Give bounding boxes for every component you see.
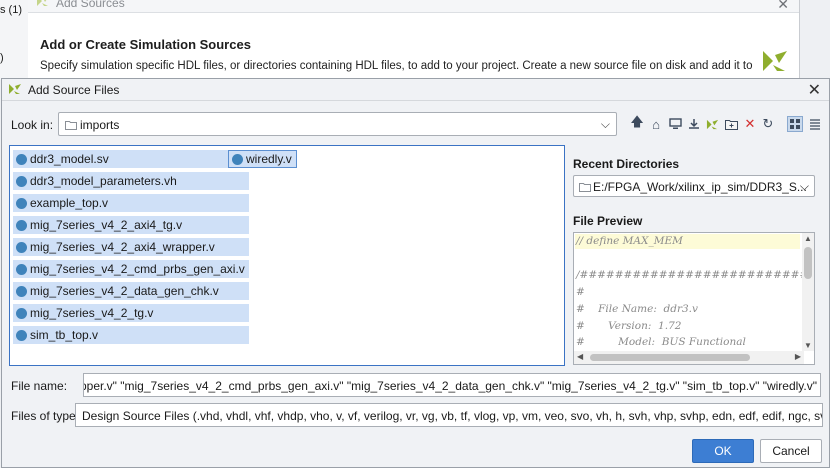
add-sources-heading: Add or Create Simulation Sources	[40, 37, 251, 52]
file-item[interactable]: ddr3_model.sv	[13, 150, 249, 168]
download-icon[interactable]	[686, 116, 702, 132]
recent-directories-value: E:/FPGA_Work/xilinx_ip_sim/DDR3_S...	[593, 180, 807, 194]
file-icon	[16, 307, 27, 319]
home-icon[interactable]: ⌂	[648, 116, 664, 132]
file-item[interactable]: example_top.v	[13, 194, 249, 212]
file-preview-label: File Preview	[573, 214, 643, 228]
file-item-label: mig_7series_v4_2_axi4_wrapper.v	[30, 240, 215, 254]
recent-directories-label: Recent Directories	[573, 157, 680, 171]
file-name-input[interactable]: _2_axi4_wrapper.v" "mig_7series_v4_2_cmd…	[83, 373, 821, 397]
file-item-label: mig_7series_v4_2_data_gen_chk.v	[30, 284, 219, 298]
file-item[interactable]: mig_7series_v4_2_tg.v	[13, 304, 249, 322]
file-name-label: File name:	[11, 379, 68, 393]
file-item[interactable]: mig_7series_v4_2_data_gen_chk.v	[13, 282, 249, 300]
ok-button[interactable]: OK	[692, 439, 754, 463]
file-item[interactable]: sim_tb_top.v	[13, 326, 249, 344]
file-item[interactable]: wiredly.v	[228, 150, 297, 168]
file-icon	[16, 285, 27, 297]
desktop-icon[interactable]	[667, 116, 683, 132]
preview-line: // define MAX_MEM	[576, 235, 683, 247]
file-item-label: ddr3_model.sv	[30, 152, 109, 166]
folder-icon	[65, 119, 77, 133]
preview-line: # File Name: ddr3.v	[576, 303, 698, 315]
preview-vertical-scrollbar[interactable]: ▲ ▼	[802, 233, 814, 351]
preview-horizontal-scrollbar[interactable]: ◀ ▶	[574, 351, 804, 364]
file-item[interactable]: mig_7series_v4_2_axi4_wrapper.v	[13, 238, 249, 256]
vivado-logo-icon	[36, 0, 50, 11]
scroll-left-icon[interactable]: ◀	[577, 352, 583, 361]
file-item-label: ddr3_model_parameters.vh	[30, 174, 177, 188]
background-left-text: s (1)	[0, 4, 22, 16]
chevron-down-icon[interactable]: ⌵	[800, 179, 809, 194]
new-folder-icon[interactable]	[723, 116, 739, 132]
recent-directories-dropdown[interactable]: E:/FPGA_Work/xilinx_ip_sim/DDR3_S... ⌵	[573, 175, 815, 197]
file-type-label: Files of type:	[11, 409, 80, 423]
preview-line: #	[576, 286, 585, 298]
vivado-large-logo-icon	[761, 47, 789, 78]
file-item-label: mig_7series_v4_2_axi4_tg.v	[30, 218, 183, 232]
close-icon[interactable]: ✕	[808, 80, 821, 100]
file-item[interactable]: ddr3_model_parameters.vh	[13, 172, 249, 190]
file-type-value: Design Source Files (.vhd, vhdl, vhf, vh…	[82, 409, 823, 423]
file-column-2: wiredly.v	[228, 150, 297, 172]
refresh-icon[interactable]: ↻	[760, 116, 776, 132]
preview-line: /##################################	[576, 269, 814, 281]
file-icon	[16, 241, 27, 253]
file-preview[interactable]: // define MAX_MEM /#####################…	[573, 232, 815, 365]
add-source-files-dialog: Add Source Files ✕ Look in: imports ⌵ 🡅 …	[1, 78, 830, 468]
vivado-logo-icon	[8, 82, 22, 99]
file-icon	[232, 153, 243, 165]
file-item-label: example_top.v	[30, 196, 109, 210]
file-icon	[16, 329, 27, 341]
background-left-panel: s (1) )	[0, 0, 28, 80]
scrollbar-thumb[interactable]	[590, 354, 750, 361]
up-folder-icon[interactable]: 🡅	[629, 114, 645, 132]
file-item-label: sim_tb_top.v	[30, 328, 99, 342]
add-sources-body: Add or Create Simulation Sources Specify…	[28, 12, 799, 80]
file-item-label: mig_7series_v4_2_tg.v	[30, 306, 154, 320]
dialog-title: Add Source Files	[28, 83, 120, 97]
add-sources-titlebar: Add Sources ✕	[28, 0, 799, 12]
look-in-value: imports	[80, 118, 120, 132]
look-in-label: Look in:	[11, 118, 54, 132]
file-list[interactable]: ddr3_model.sv ddr3_model_parameters.vh e…	[9, 145, 565, 366]
file-icon	[16, 197, 27, 209]
details-view-icon[interactable]	[807, 116, 823, 132]
file-icon	[16, 175, 27, 187]
background-right-area	[800, 0, 830, 80]
scroll-down-icon[interactable]: ▼	[804, 341, 812, 350]
look-in-dropdown[interactable]: imports ⌵	[58, 112, 617, 136]
chevron-down-icon[interactable]: ⌵	[601, 117, 610, 132]
delete-icon[interactable]: ✕	[742, 116, 758, 132]
file-icon	[16, 263, 27, 275]
preview-line: # Model: BUS Functional	[576, 336, 746, 348]
file-column-1: ddr3_model.sv ddr3_model_parameters.vh e…	[13, 150, 249, 348]
scrollbar-thumb[interactable]	[804, 247, 812, 279]
list-view-icon[interactable]	[787, 116, 803, 132]
dialog-titlebar: Add Source Files ✕	[2, 79, 829, 101]
vivado-project-icon[interactable]	[704, 116, 720, 132]
file-item-label: mig_7series_v4_2_cmd_prbs_gen_axi.v	[30, 262, 245, 276]
file-item[interactable]: mig_7series_v4_2_cmd_prbs_gen_axi.v	[13, 260, 249, 278]
file-type-select[interactable]: Design Source Files (.vhd, vhdl, vhf, vh…	[75, 403, 823, 427]
file-name-value: _2_axi4_wrapper.v" "mig_7series_v4_2_cmd…	[83, 379, 817, 393]
add-sources-description: Specify simulation specific HDL files, o…	[40, 60, 753, 72]
add-sources-window: Add Sources ✕ Add or Create Simulation S…	[28, 0, 800, 80]
background-left-text-2: )	[0, 52, 4, 64]
file-icon	[16, 153, 27, 165]
scroll-up-icon[interactable]: ▲	[804, 234, 812, 243]
preview-line: # Version: 1.72	[576, 320, 682, 332]
folder-icon	[579, 181, 591, 195]
file-icon	[16, 219, 27, 231]
scroll-right-icon[interactable]: ▶	[795, 352, 801, 361]
cancel-button[interactable]: Cancel	[760, 439, 822, 463]
file-item[interactable]: mig_7series_v4_2_axi4_tg.v	[13, 216, 249, 234]
add-sources-title: Add Sources	[56, 0, 125, 10]
file-item-label: wiredly.v	[246, 152, 292, 166]
